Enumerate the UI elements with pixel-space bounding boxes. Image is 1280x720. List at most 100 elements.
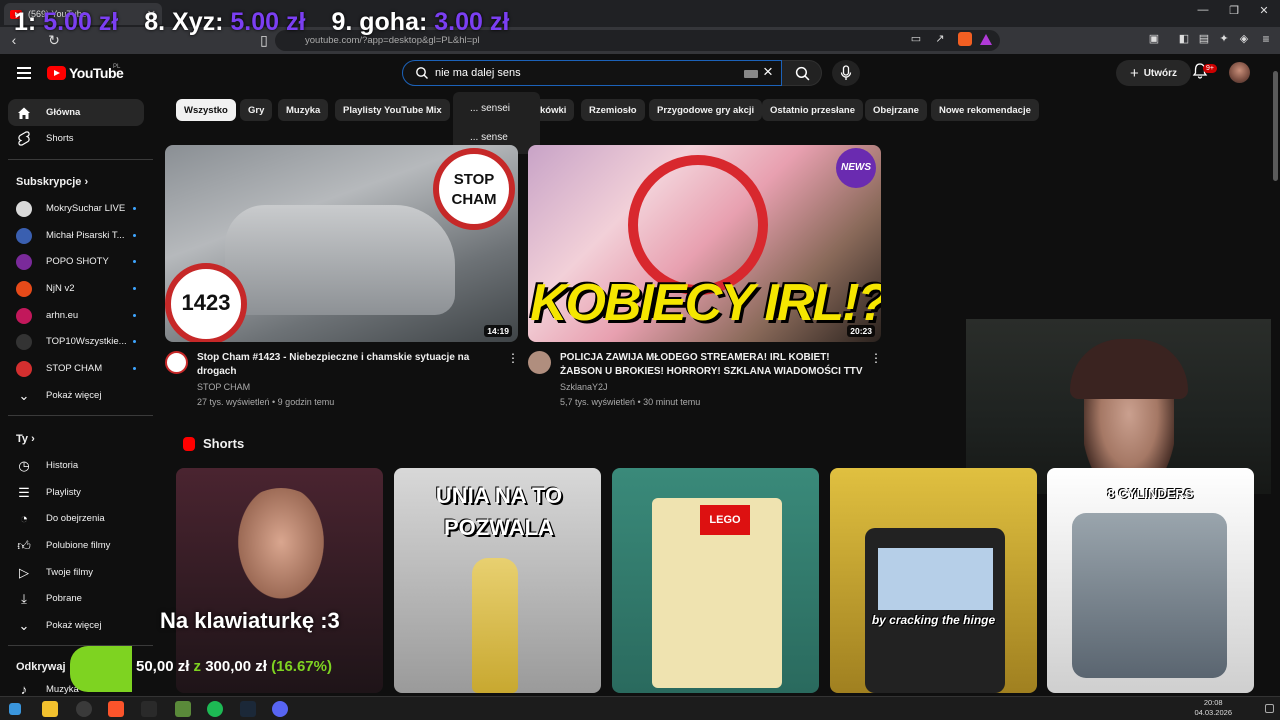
account-avatar[interactable] [1229, 62, 1250, 83]
chip-ostatnio-przeslane[interactable]: Ostatnio przesłane [762, 99, 863, 121]
new-content-dot [133, 207, 136, 210]
short-card[interactable]: 8 CYLINDERS [1047, 468, 1254, 693]
chevron-down-icon: ⌄ [18, 387, 30, 403]
like-icon: 👍︎ [17, 537, 31, 553]
sidebar-item-your-videos[interactable]: ▷ Twoje filmy [8, 559, 144, 586]
short-card[interactable]: UNIA NA TO POZWALA [394, 468, 601, 693]
video-title[interactable]: Stop Cham #1423 - Niebezpieczne i chamsk… [197, 351, 487, 379]
voice-search-button[interactable] [832, 60, 860, 86]
wallet-icon[interactable]: ▤ [1194, 32, 1214, 45]
search-button[interactable] [782, 60, 822, 86]
brave-icon[interactable] [108, 701, 124, 717]
file-explorer-icon[interactable] [42, 701, 58, 717]
keyboard-icon[interactable] [744, 70, 758, 78]
chip-nowe-rekomendacje[interactable]: Nowe rekomendacje [931, 99, 1039, 121]
sidebar-subscription[interactable]: POPO SHOTY [8, 248, 144, 275]
sidebar-subscription[interactable]: MokrySuchar LIVE [8, 195, 144, 222]
vpn-icon[interactable]: ◈ [1234, 32, 1254, 45]
leo-icon[interactable]: ✦ [1214, 32, 1234, 45]
spotify-icon[interactable] [207, 701, 223, 717]
short-card[interactable]: LEGO [612, 468, 819, 693]
stop-cham-badge: STOP CHAM [433, 148, 515, 230]
sidebar-toggle-icon[interactable]: ▣ [1144, 32, 1164, 45]
video-title[interactable]: POLICJA ZAWIJA MŁODEGO STREAMERA! IRL KO… [560, 351, 865, 379]
brave-shield-icon[interactable] [958, 32, 972, 46]
streamer-hair [1070, 339, 1188, 399]
channel-avatar [16, 307, 32, 324]
video-thumbnail[interactable]: KOBIECY IRL!? NEWS 20:23 [528, 145, 881, 342]
chevron-right-icon: › [84, 176, 89, 188]
engine-graphic [1072, 513, 1227, 678]
chip-gry[interactable]: Gry [240, 99, 273, 121]
menu-icon[interactable]: ≡ [1256, 32, 1276, 46]
sidebar-subscription[interactable]: STOP CHAM [8, 355, 144, 382]
channel-avatar[interactable] [528, 351, 551, 374]
steam-icon[interactable] [240, 701, 256, 717]
sidebar-subscription[interactable]: NjN v2 [8, 275, 144, 302]
video-channel-name[interactable]: SzklanaY2J [560, 380, 608, 395]
video-channel-name[interactable]: STOP CHAM [197, 380, 250, 395]
console-screen [878, 548, 993, 610]
sidebar-item-history[interactable]: ◷ Historia [8, 452, 144, 479]
channel-avatar [16, 360, 32, 377]
home-icon [16, 105, 32, 121]
video-thumbnail[interactable]: STOP CHAM 1423 14:19 [165, 145, 518, 342]
sidebar-item-playlists[interactable]: ☰ Playlisty [8, 479, 144, 506]
chip-przygodowe[interactable]: Przygodowe gry akcji [649, 99, 763, 121]
chip-muzyka[interactable]: Muzyka [278, 99, 329, 121]
sidebar-item-downloads[interactable]: ⤓ Pobrane [8, 585, 144, 612]
leaderboard-entry: 9. goha: 3.00 zł [331, 8, 510, 36]
video-duration: 20:23 [847, 325, 875, 337]
share-icon[interactable]: ↗ [930, 32, 950, 45]
short-person [231, 488, 331, 608]
discord-icon[interactable] [272, 701, 288, 717]
suggestion-item[interactable]: ... sense [470, 132, 508, 143]
search-input[interactable] [435, 63, 735, 83]
more-actions-icon[interactable]: ⋮ [507, 351, 519, 365]
more-actions-icon[interactable]: ⋮ [870, 351, 882, 365]
new-content-dot [133, 260, 136, 263]
brave-rewards-icon[interactable] [980, 34, 992, 45]
sidebar-item-watch-later[interactable]: ◔ Do obejrzenia [8, 505, 144, 532]
video-stats: 5,7 tys. wyświetleń • 30 minut temu [560, 397, 701, 407]
youtube-logo[interactable]: YouTube PL [47, 64, 124, 81]
chip-wszystko[interactable]: Wszystko [176, 99, 236, 121]
channel-avatar[interactable] [165, 351, 188, 374]
cast-icon[interactable]: ▭ [906, 32, 926, 45]
sidebar-show-more[interactable]: ⌄ Pokaż więcej [8, 382, 144, 409]
sidebar-subscription[interactable]: arhn.eu [8, 302, 144, 329]
scrollbar-thumb[interactable] [1273, 71, 1278, 181]
obs-icon[interactable] [76, 701, 92, 717]
sidebar-show-more[interactable]: ⌄ Pokaż więcej [8, 612, 144, 639]
chip-obejrzane[interactable]: Obejrzane [865, 99, 927, 121]
chip-playlisty-mix[interactable]: Playlisty YouTube Mix [335, 99, 450, 121]
epic-games-icon[interactable] [141, 701, 157, 717]
sidebar-subscription[interactable]: TOP10Wszystkie... [8, 328, 144, 355]
maximize-button[interactable]: ❐ [1222, 4, 1246, 17]
reader-icon[interactable]: ◧ [1174, 32, 1194, 45]
create-button[interactable]: + Utwórz [1116, 60, 1191, 86]
app-icon[interactable] [175, 701, 191, 717]
sidebar-item-liked[interactable]: 👍︎ Polubione filmy [8, 532, 144, 559]
video-duration: 14:19 [484, 325, 512, 337]
suggestion-item[interactable]: ... sensei [470, 103, 510, 114]
short-card[interactable]: by cracking the hinge [830, 468, 1037, 693]
subscriptions-heading[interactable]: Subskrypcje › [16, 176, 88, 188]
donation-goal-bar: 50,00 zł z 300,00 zł (16.67%) [70, 646, 390, 692]
start-icon[interactable] [9, 703, 21, 715]
you-heading[interactable]: Ty › [16, 433, 35, 445]
guide-menu-icon[interactable] [17, 67, 31, 82]
window-close-button[interactable]: ✕ [1252, 4, 1276, 17]
page-scrollbar[interactable] [1271, 56, 1280, 696]
chip-rzemioslo[interactable]: Rzemiosło [581, 99, 645, 121]
taskbar-clock[interactable]: 20:08 04.03.2026 [1194, 698, 1232, 718]
short-caption: 8 CYLINDERS [1107, 486, 1194, 501]
sidebar-subscription[interactable]: Michał Pisarski T... [8, 222, 144, 249]
sidebar-item-shorts[interactable]: Shorts [8, 125, 144, 152]
notifications-icon[interactable] [1265, 704, 1274, 713]
your-videos-icon: ▷ [19, 564, 29, 580]
search-box[interactable]: × [402, 60, 782, 86]
clear-search-icon[interactable]: × [763, 62, 773, 82]
sidebar-item-home[interactable]: Główna [8, 99, 144, 126]
minimize-button[interactable]: — [1191, 4, 1215, 16]
